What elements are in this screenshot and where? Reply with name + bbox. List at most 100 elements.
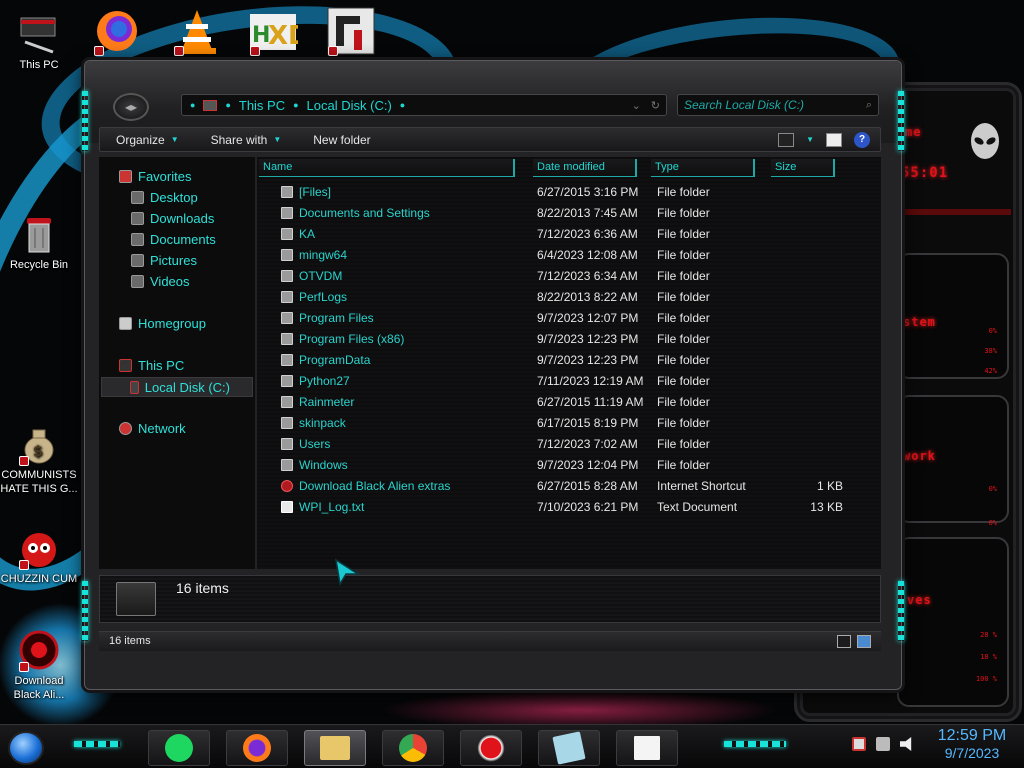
file-type: File folder: [657, 290, 710, 304]
nav-pictures[interactable]: Pictures: [131, 253, 197, 268]
column-header-date-modified[interactable]: Date modified: [533, 159, 637, 177]
breadcrumb-this-pc[interactable]: This PC: [239, 98, 285, 113]
details-view-toggle[interactable]: [837, 635, 851, 648]
nav-downloads[interactable]: Downloads: [131, 211, 214, 226]
nav-desktop[interactable]: Desktop: [131, 190, 198, 205]
file-date: 6/27/2015 8:28 AM: [537, 479, 638, 493]
details-item-count: 16 items: [176, 580, 229, 596]
folder-icon: [281, 312, 293, 324]
vlc-icon[interactable]: [172, 6, 222, 56]
organize-button[interactable]: Organize ▼: [100, 133, 195, 147]
taskbar-glow-decoration: [724, 741, 786, 747]
file-name: Rainmeter: [299, 395, 355, 409]
videos-folder-icon: [131, 275, 144, 288]
file-explorer-icon: [320, 736, 350, 760]
column-header-name[interactable]: Name: [259, 159, 515, 177]
file-row[interactable]: WPI_Log.txt 7/10/2023 6:21 PM Text Documen…: [257, 496, 881, 517]
preview-pane-button[interactable]: [826, 132, 842, 147]
file-name-cell: Windows: [281, 458, 348, 472]
file-row[interactable]: Program Files (x86) 9/7/2023 12:23 PM File…: [257, 328, 881, 349]
help-icon[interactable]: ?: [854, 131, 870, 148]
breadcrumb-separator-icon: ●: [399, 100, 406, 110]
volume-icon[interactable]: [900, 737, 912, 751]
clock-time: 12:59 PM: [937, 727, 1007, 744]
file-row[interactable]: PerfLogs 8/22/2013 8:22 AM File folder: [257, 286, 881, 307]
desktop-icon-label: This PC: [19, 59, 59, 71]
nav-network[interactable]: Network: [119, 421, 186, 436]
file-row[interactable]: ProgramData 9/7/2023 12:23 PM File folder: [257, 349, 881, 370]
file-row[interactable]: mingw64 6/4/2023 12:08 AM File folder: [257, 244, 881, 265]
frame-glow-decoration: [898, 581, 904, 641]
address-bar[interactable]: ● ● This PC ● Local Disk (C:) ● ⌄ ↻: [181, 94, 667, 116]
file-row[interactable]: [Files] 6/27/2015 3:16 PM File folder: [257, 181, 881, 202]
file-row[interactable]: OTVDM 7/12/2023 6:34 AM File folder: [257, 265, 881, 286]
desktop-icon-this-pc[interactable]: This PC: [0, 12, 78, 72]
file-row[interactable]: Download Black Alien extras 6/27/2015 8:2…: [257, 475, 881, 496]
file-row[interactable]: Windows 9/7/2023 12:04 PM File folder: [257, 454, 881, 475]
nav-videos[interactable]: Videos: [131, 274, 190, 289]
nav-local-disk[interactable]: Local Disk (C:): [101, 377, 253, 397]
taskbar-file-explorer[interactable]: [304, 730, 366, 766]
breadcrumb-local-disk[interactable]: Local Disk (C:): [307, 98, 392, 113]
nav-documents[interactable]: Documents: [131, 232, 216, 247]
taskbar-clock[interactable]: 12:59 PM 9/7/2023: [930, 727, 1014, 761]
file-row[interactable]: KA 7/12/2023 6:36 AM File folder: [257, 223, 881, 244]
notepad-icon: [634, 736, 660, 760]
file-name: Windows: [299, 458, 348, 472]
large-icons-view-toggle[interactable]: [857, 635, 871, 648]
file-explorer-window[interactable]: ◂▸ ● ● This PC ● Local Disk (C:) ● ⌄ ↻ S…: [82, 60, 904, 690]
taskbar-spotify[interactable]: [148, 730, 210, 766]
search-input[interactable]: Search Local Disk (C:) ⌕: [677, 94, 879, 116]
file-row[interactable]: Program Files 9/7/2023 12:07 PM File folde…: [257, 307, 881, 328]
rain-value: 0%: [988, 485, 997, 493]
file-name: PerfLogs: [299, 290, 348, 304]
taskbar-sticky-notes[interactable]: [538, 730, 600, 766]
desktop-icon-communists[interactable]: $ COMMUNISTS HATE THIS G...: [0, 422, 78, 496]
taskbar-chrome[interactable]: [382, 730, 444, 766]
taskbar-recorder[interactable]: [460, 730, 522, 766]
share-with-button[interactable]: Share with ▼: [195, 133, 298, 147]
back-forward-button[interactable]: ◂▸: [113, 93, 149, 121]
file-row[interactable]: Rainmeter 6/27/2015 11:19 AM File folder: [257, 391, 881, 412]
change-view-button[interactable]: [778, 132, 795, 147]
nav-favorites[interactable]: Favorites: [119, 169, 191, 184]
folder-icon: [281, 291, 293, 303]
nav-homegroup[interactable]: Homegroup: [119, 316, 206, 331]
start-button[interactable]: [8, 731, 44, 765]
view-options-dropdown-icon[interactable]: ▼: [806, 135, 814, 144]
file-date: 7/12/2023 6:34 AM: [537, 269, 638, 283]
frame-glow-decoration: [82, 91, 88, 151]
taskbar-notepad[interactable]: [616, 730, 678, 766]
firefox-icon[interactable]: [92, 6, 142, 56]
hxd-icon[interactable]: HXD: [248, 6, 310, 56]
address-history-dropdown-icon[interactable]: ⌄: [632, 99, 641, 112]
desktop-icon-recycle-bin[interactable]: Recycle Bin: [0, 212, 78, 272]
taskbar-firefox[interactable]: [226, 730, 288, 766]
drive-thumbnail-icon: [116, 582, 156, 616]
desktop-icon-download-black-alien[interactable]: Download Black Ali...: [0, 628, 78, 702]
refresh-icon[interactable]: ↻: [651, 99, 660, 112]
mouse-cursor-icon: [334, 558, 360, 586]
file-row[interactable]: skinpack 6/17/2015 8:19 PM File folder: [257, 412, 881, 433]
file-row[interactable]: Documents and Settings 8/22/2013 7:45 AM F…: [257, 202, 881, 223]
new-folder-button[interactable]: New folder: [297, 133, 386, 147]
file-type: File folder: [657, 332, 710, 346]
file-date: 6/4/2023 12:08 AM: [537, 248, 638, 262]
star-icon: [119, 170, 132, 183]
chrome-icon: [399, 734, 427, 762]
file-date: 9/7/2023 12:23 PM: [537, 332, 639, 346]
file-date: 7/12/2023 6:36 AM: [537, 227, 638, 241]
column-header-type[interactable]: Type: [651, 159, 755, 177]
file-row[interactable]: Users 7/12/2023 7:02 AM File folder: [257, 433, 881, 454]
column-header-size[interactable]: Size: [771, 159, 835, 177]
file-row[interactable]: Python27 7/11/2023 12:19 AM File folder: [257, 370, 881, 391]
documents-folder-icon: [131, 233, 144, 246]
rain-section-title: me: [905, 125, 922, 139]
file-name-cell: [Files]: [281, 185, 331, 199]
taskbar-glow-decoration: [74, 741, 120, 747]
desktop-icon-chuzzin[interactable]: CHUZZIN CUM: [0, 526, 78, 586]
network-status-icon[interactable]: [876, 737, 890, 751]
nav-this-pc[interactable]: This PC: [119, 358, 184, 373]
rainmeter-skin-icon[interactable]: [326, 6, 376, 56]
action-center-flag-icon[interactable]: [852, 737, 866, 751]
